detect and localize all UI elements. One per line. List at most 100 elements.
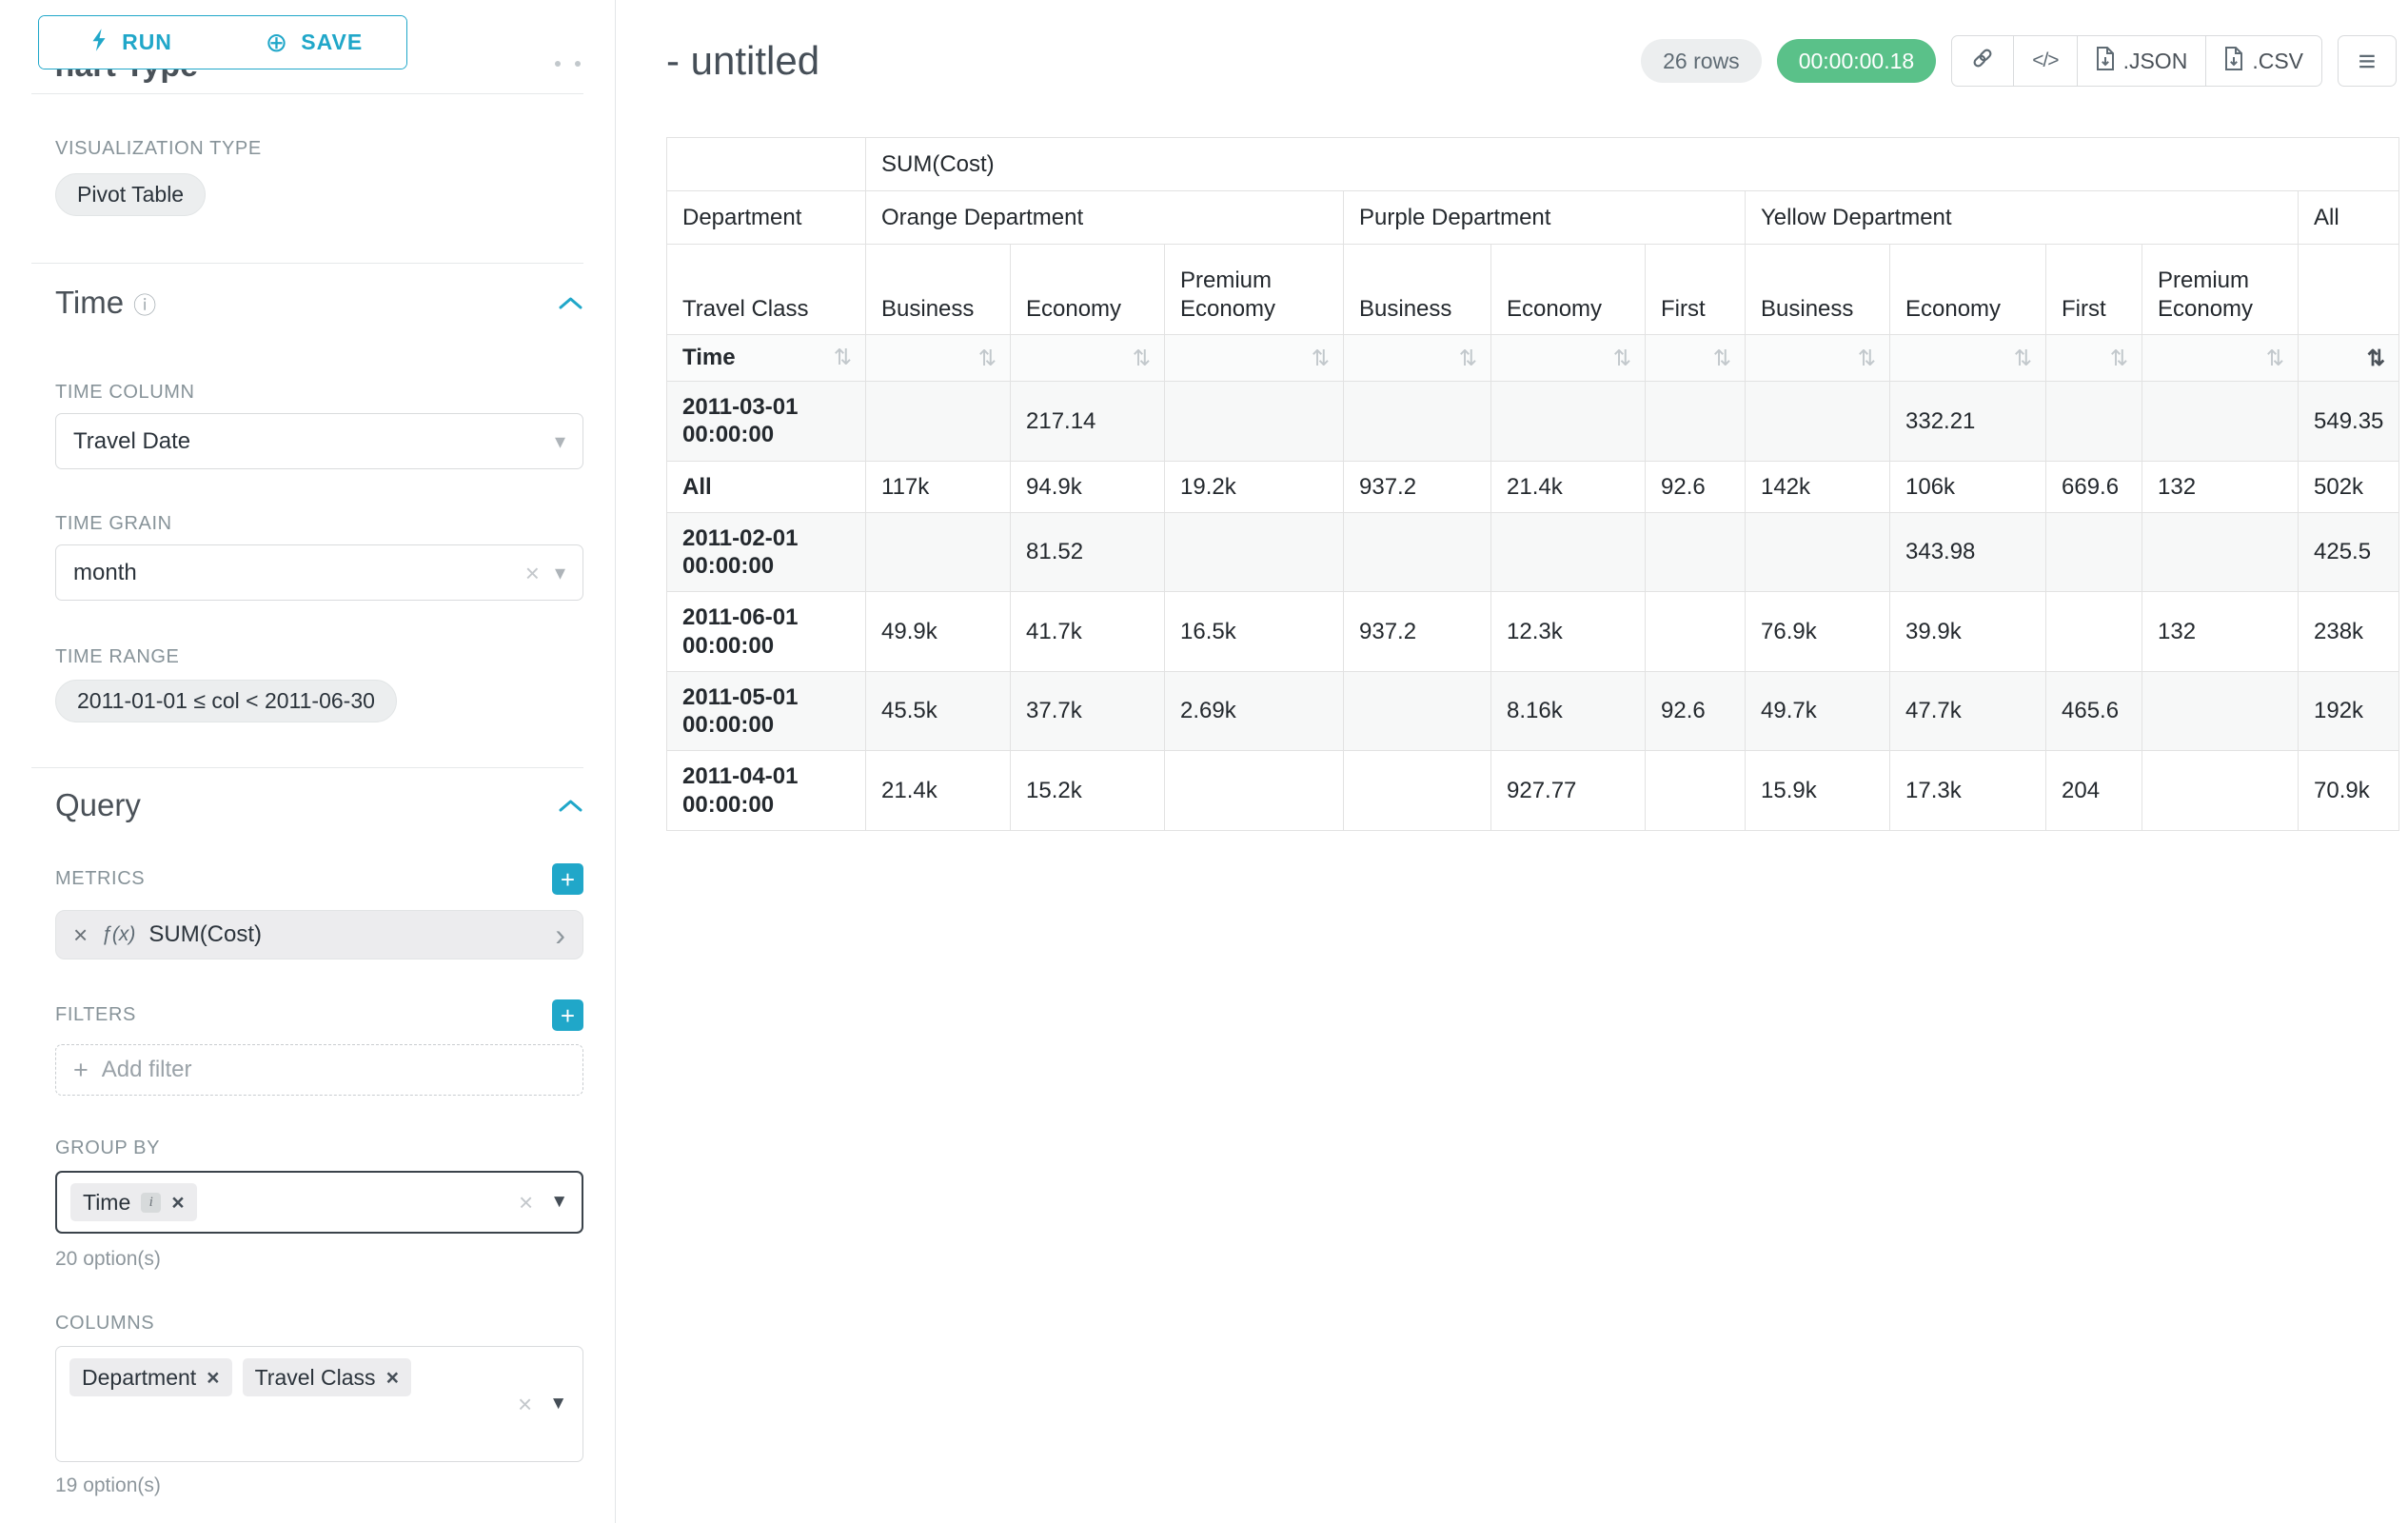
time-grain-select[interactable]: month × ▾ [55,544,583,601]
value-cell [2142,671,2299,751]
value-cell: 132 [2142,592,2299,672]
embed-code-button[interactable]: </> [2013,35,2077,87]
sort-icon[interactable]: ⇅ [2266,347,2284,369]
sortable-column-header[interactable]: ⇅ [1746,335,1890,382]
value-cell [1491,382,1646,462]
caret-down-icon[interactable]: ▾ [555,429,565,454]
caret-down-icon[interactable]: ▼ [549,1394,567,1414]
sort-icon[interactable]: ⇅ [2367,347,2385,369]
sortable-column-header[interactable]: ⇅ [2299,335,2399,382]
value-cell: 192k [2299,671,2399,751]
remove-chip-icon[interactable]: × [207,1367,219,1389]
caret-down-icon[interactable]: ▾ [555,561,565,585]
sort-icon[interactable]: ⇅ [1459,347,1477,369]
time-range-chip[interactable]: 2011-01-01 ≤ col < 2011-06-30 [55,680,397,722]
value-cell: 117k [866,461,1011,512]
value-cell: 217.14 [1011,382,1165,462]
sort-icon[interactable]: ⇅ [1713,347,1731,369]
caret-down-icon[interactable]: ▼ [550,1192,568,1213]
sort-icon[interactable]: ⇅ [1613,347,1631,369]
more-options-menu-button[interactable]: ≡ [2338,35,2397,87]
sort-icon[interactable]: ⇅ [834,346,852,368]
table-row: 2011-02-01 00:00:0081.52343.98425.5 [667,512,2399,592]
travel-class-header: Economy [1491,245,1646,335]
time-column-label: TIME COLUMN [55,382,583,404]
chart-panel: - untitled 26 rows 00:00:00.18 </> [616,0,2408,1523]
add-metric-button[interactable]: + [552,863,583,895]
time-section-header: Time ⓘ [55,285,583,321]
chevron-right-icon[interactable]: › [555,920,565,950]
run-button[interactable]: RUN [39,16,222,69]
sortable-column-header[interactable]: ⇅ [866,335,1011,382]
value-cell: 45.5k [866,671,1011,751]
clear-icon[interactable]: × [525,561,540,585]
value-cell [2142,512,2299,592]
chart-title: - untitled [666,38,819,84]
travel-class-header: Business [1344,245,1491,335]
sortable-column-header[interactable]: ⇅ [1890,335,2046,382]
add-filter-field[interactable]: + Add filter [55,1044,583,1096]
lightning-icon [89,28,109,58]
sort-icon[interactable]: ⇅ [1858,347,1876,369]
value-cell: 39.9k [1890,592,2046,672]
sort-icon[interactable]: ⇅ [978,347,997,369]
time-row-label: Time [682,344,736,371]
save-button[interactable]: ⊕ SAVE [222,16,406,69]
value-cell [1165,751,1344,831]
sort-icon[interactable]: ⇅ [2014,347,2032,369]
table-row: 2011-06-01 00:00:0049.9k41.7k16.5k937.21… [667,592,2399,672]
value-cell: 937.2 [1344,461,1491,512]
remove-metric-icon[interactable]: × [73,920,88,950]
sortable-column-header[interactable]: ⇅ [1011,335,1165,382]
metric-header: SUM(Cost) [866,138,2399,191]
time-column-select[interactable]: Travel Date ▾ [55,413,583,469]
columns-chip[interactable]: Department × [69,1358,232,1396]
time-sort-header[interactable]: Time ⇅ [667,335,866,382]
export-csv-button[interactable]: .CSV [2205,35,2322,87]
value-cell: 669.6 [2046,461,2142,512]
remove-chip-icon[interactable]: × [386,1367,399,1389]
export-json-button[interactable]: .JSON [2077,35,2207,87]
remove-chip-icon[interactable]: × [171,1192,184,1214]
value-cell: 49.9k [866,592,1011,672]
sortable-column-header[interactable]: ⇅ [1491,335,1646,382]
value-cell: 47.7k [1890,671,2046,751]
value-cell: 16.5k [1165,592,1344,672]
table-row: 2011-04-01 00:00:0021.4k15.2k927.7715.9k… [667,751,2399,831]
visualization-type-chip[interactable]: Pivot Table [55,173,206,216]
query-timer-badge: 00:00:00.18 [1777,39,1937,83]
value-cell: 2.69k [1165,671,1344,751]
sortable-column-header[interactable]: ⇅ [1344,335,1491,382]
export-json-label: .JSON [2123,49,2188,74]
group-by-chip[interactable]: Time i × [70,1183,197,1221]
value-cell [1646,592,1746,672]
metric-chip[interactable]: × ƒ(x) SUM(Cost) › [55,910,583,959]
query-section-title: Query [55,787,141,823]
department-header: Orange Department [866,191,1344,245]
group-by-select[interactable]: Time i × × ▼ [55,1171,583,1234]
sort-icon[interactable]: ⇅ [2110,347,2128,369]
save-button-label: SAVE [301,30,363,55]
sortable-column-header[interactable]: ⇅ [1165,335,1344,382]
clear-icon[interactable]: × [518,1392,532,1416]
sort-icon[interactable]: ⇅ [1312,347,1330,369]
sortable-column-header[interactable]: ⇅ [2046,335,2142,382]
plus-circle-icon: ⊕ [266,30,288,56]
add-filter-plus-button[interactable]: + [552,999,583,1031]
value-cell [1344,671,1491,751]
columns-chip[interactable]: Travel Class × [243,1358,411,1396]
sort-icon[interactable]: ⇅ [1133,347,1151,369]
chevron-up-icon[interactable] [558,798,583,814]
chevron-up-icon[interactable] [558,295,583,311]
sortable-column-header[interactable]: ⇅ [2142,335,2299,382]
value-cell: 15.9k [1746,751,1890,831]
value-cell: 92.6 [1646,671,1746,751]
columns-select[interactable]: Department × Travel Class × × ▼ [55,1346,583,1462]
time-grain-label: TIME GRAIN [55,513,583,535]
clear-icon[interactable]: × [519,1190,533,1215]
link-icon [1970,46,1995,76]
value-cell: 204 [2046,751,2142,831]
group-by-chip-label: Time [83,1190,130,1216]
copy-link-button[interactable] [1951,35,2014,87]
sortable-column-header[interactable]: ⇅ [1646,335,1746,382]
